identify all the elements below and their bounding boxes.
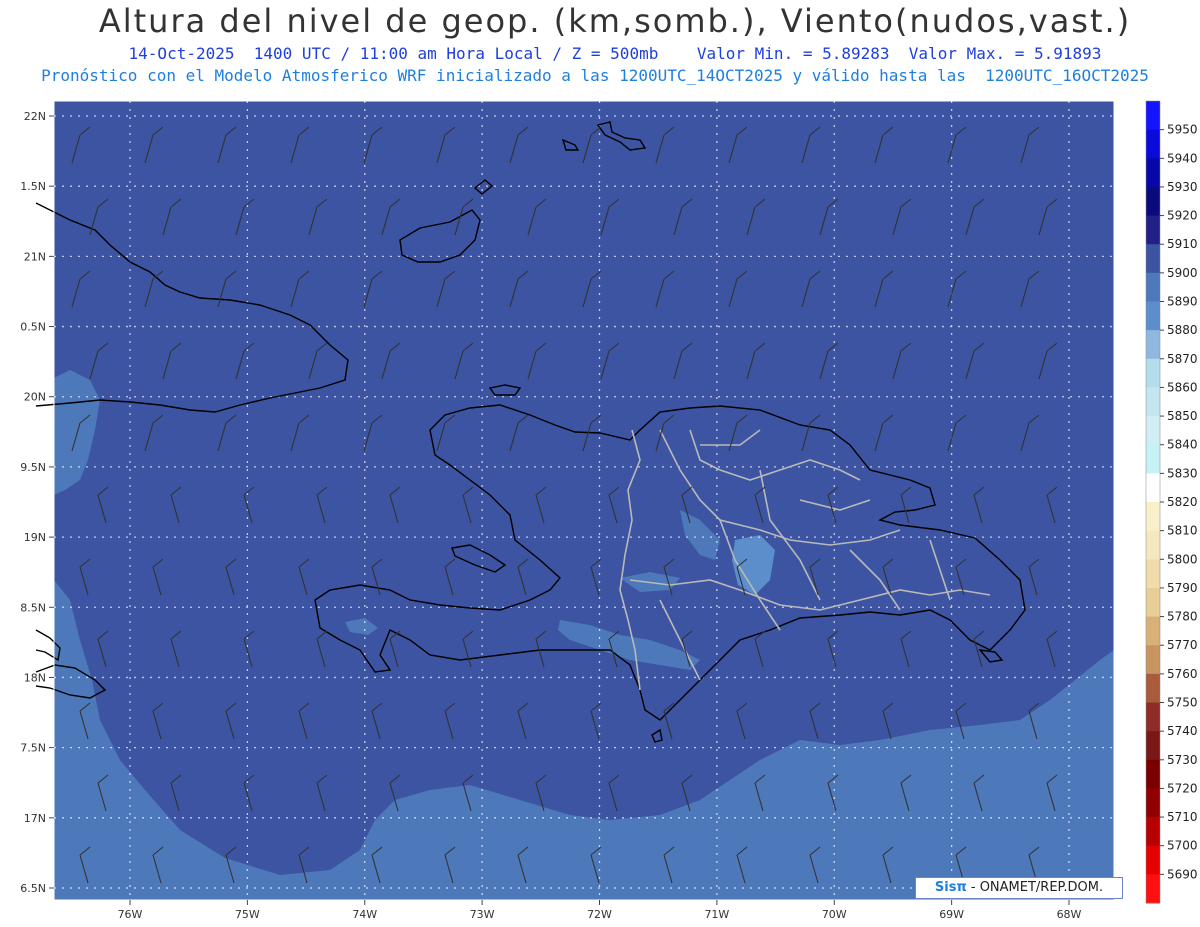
lon-label: 70W <box>822 908 847 921</box>
colorbar-swatch <box>1146 702 1160 732</box>
colorbar-swatch <box>1146 301 1160 331</box>
colorbar-label: 5920 <box>1167 209 1198 223</box>
colorbar-label: 5860 <box>1167 380 1198 394</box>
weather-map: 22N 1.5N 21N 0.5N 20N 9.5N 19N 8.5N 18N 7.5N 17N 6.… <box>20 100 1198 921</box>
colorbar-swatch <box>1146 845 1160 875</box>
colorbar-swatch <box>1146 673 1160 703</box>
colorbar-swatch <box>1146 186 1160 217</box>
colorbar-swatch <box>1146 358 1160 388</box>
lat-label: 17N <box>24 812 46 825</box>
source-badge: Sisπ - ONAMET/REP.DOM. <box>915 877 1123 899</box>
colorbar-swatch <box>1146 759 1160 789</box>
colorbar-swatch <box>1146 101 1160 131</box>
lat-label: 7.5N <box>20 742 46 755</box>
colorbar-label: 5700 <box>1167 839 1198 853</box>
lat-label: 9.5N <box>20 461 46 474</box>
lat-label: 19N <box>24 531 46 544</box>
colorbar-label: 5810 <box>1167 524 1198 538</box>
lat-label: 1.5N <box>20 180 46 193</box>
colorbar-label: 5790 <box>1167 581 1198 595</box>
colorbar-label: 5760 <box>1167 667 1198 681</box>
longitude-axis: 76W 75W 74W 73W 72W 71W 70W 69W 68W <box>118 900 1082 921</box>
colorbar-label: 5770 <box>1167 638 1198 652</box>
latitude-axis: 22N 1.5N 21N 0.5N 20N 9.5N 19N 8.5N 18N 7.5N 17N 6.… <box>20 110 54 895</box>
colorbar-swatch <box>1146 387 1160 417</box>
colorbar-label: 5820 <box>1167 495 1198 509</box>
colorbar-swatch <box>1146 788 1160 818</box>
colorbar-label: 5730 <box>1167 753 1198 767</box>
lon-label: 74W <box>352 908 377 921</box>
colorbar-label: 5690 <box>1167 867 1198 881</box>
lat-label: 0.5N <box>20 321 46 334</box>
colorbar-label: 5930 <box>1167 180 1198 194</box>
colorbar-label: 5830 <box>1167 466 1198 480</box>
colorbar-swatch <box>1146 244 1160 274</box>
colorbar-swatch <box>1146 587 1160 618</box>
colorbar-swatch <box>1146 158 1160 188</box>
colorbar-swatch <box>1146 416 1160 446</box>
colorbar-swatch <box>1146 874 1160 904</box>
lat-label: 21N <box>24 250 46 263</box>
colorbar-swatch <box>1146 473 1160 503</box>
colorbar-swatch <box>1146 817 1160 847</box>
colorbar-swatch <box>1146 215 1160 245</box>
colorbar-swatch <box>1146 502 1160 532</box>
source-text: - ONAMET/REP.DOM. <box>970 880 1104 895</box>
colorbar-label: 5800 <box>1167 552 1198 566</box>
colorbar-swatch <box>1146 272 1160 302</box>
lon-label: 71W <box>704 908 729 921</box>
colorbar-label: 5740 <box>1167 724 1198 738</box>
colorbar: 5950 5940 5930 5920 5910 5900 5890 5880 5870 5860… <box>1145 100 1198 904</box>
colorbar-swatch <box>1146 444 1160 474</box>
lon-label: 75W <box>235 908 260 921</box>
colorbar-label: 5900 <box>1167 266 1198 280</box>
lat-label: 18N <box>24 671 46 684</box>
lon-label: 72W <box>587 908 612 921</box>
lon-label: 76W <box>118 908 143 921</box>
colorbar-swatch <box>1146 559 1160 589</box>
colorbar-label: 5870 <box>1167 352 1198 366</box>
colorbar-swatch <box>1146 129 1160 159</box>
sis-logo: Sisπ <box>934 880 967 895</box>
colorbar-label: 5780 <box>1167 610 1198 624</box>
lon-label: 73W <box>470 908 495 921</box>
lat-label: 8.5N <box>20 601 46 614</box>
colorbar-label: 5890 <box>1167 295 1198 309</box>
lon-label: 68W <box>1057 908 1082 921</box>
colorbar-swatch <box>1146 330 1160 360</box>
lat-label: 20N <box>24 391 46 404</box>
colorbar-label: 5910 <box>1167 237 1198 251</box>
colorbar-label: 5850 <box>1167 409 1198 423</box>
lat-label: 6.5N <box>20 882 46 895</box>
colorbar-swatch <box>1146 616 1160 646</box>
colorbar-label: 5720 <box>1167 781 1198 795</box>
colorbar-label: 5840 <box>1167 438 1198 452</box>
lat-label: 22N <box>24 110 46 123</box>
lon-label: 69W <box>939 908 964 921</box>
colorbar-label: 5880 <box>1167 323 1198 337</box>
colorbar-swatch <box>1146 645 1160 675</box>
colorbar-label: 5940 <box>1167 151 1198 165</box>
colorbar-label: 5750 <box>1167 696 1198 710</box>
colorbar-swatch <box>1146 530 1160 560</box>
colorbar-label: 5950 <box>1167 123 1198 137</box>
colorbar-label: 5710 <box>1167 810 1198 824</box>
colorbar-swatch <box>1146 731 1160 761</box>
